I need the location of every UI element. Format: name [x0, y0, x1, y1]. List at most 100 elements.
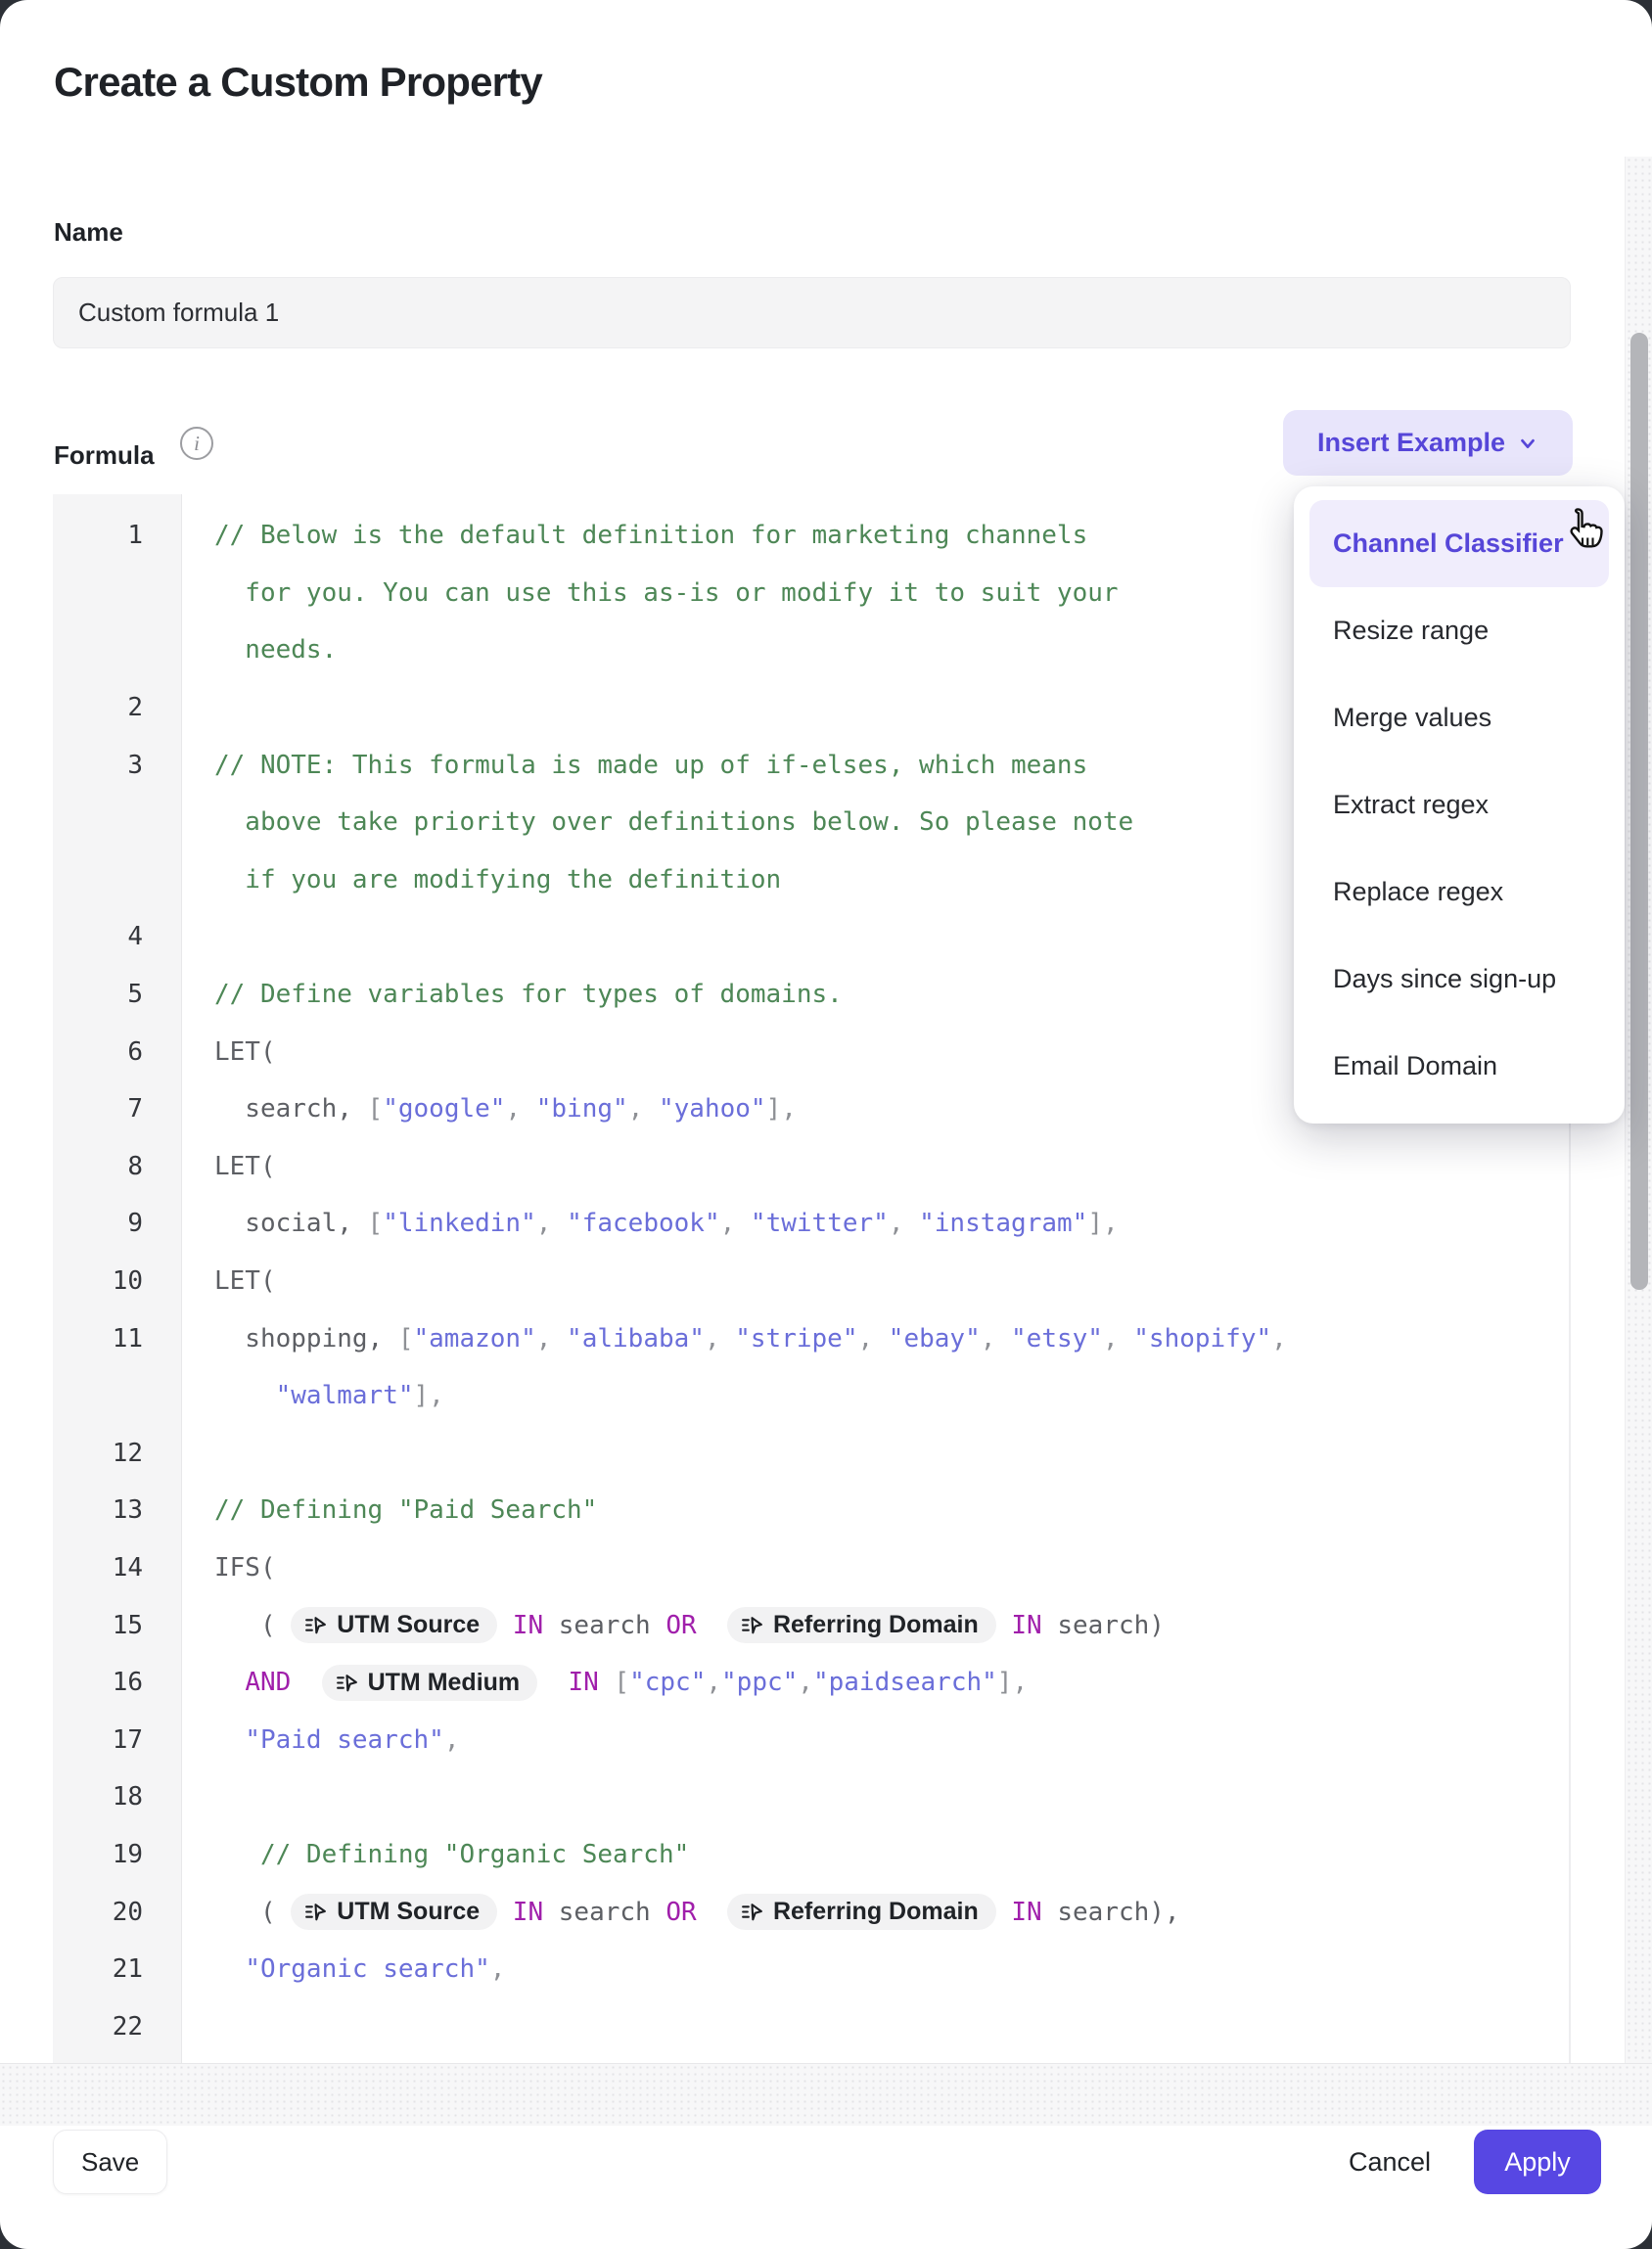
code-line-content[interactable]: LET(	[182, 1152, 276, 1181]
code-line-row: 17 "Paid search",	[53, 1711, 1569, 1768]
code-line-row: 16 AND UTM Medium IN ["cpc","ppc","paids…	[53, 1654, 1569, 1712]
code-line-content[interactable]: "Organic search",	[182, 1954, 505, 1984]
apply-button[interactable]: Apply	[1474, 2130, 1601, 2194]
name-input[interactable]	[53, 277, 1571, 348]
code-line-row: 11 shopping, ["amazon", "alibaba", "stri…	[53, 1309, 1569, 1367]
info-icon[interactable]: i	[180, 427, 213, 460]
code-segment-pln: social,	[214, 1209, 368, 1238]
line-number: 20	[53, 1898, 182, 1927]
menu-item-email-domain[interactable]: Email Domain	[1309, 1023, 1609, 1110]
code-line-row: 22	[53, 1997, 1569, 2055]
code-segment-pln: (	[214, 1611, 291, 1640]
line-number: 9	[53, 1209, 182, 1238]
code-segment-pln: search),	[1042, 1898, 1180, 1927]
token-chip-label: UTM Source	[337, 1613, 480, 1637]
code-line-content[interactable]: "Paid search",	[182, 1725, 459, 1755]
code-segment-pln: shopping,	[214, 1324, 398, 1354]
code-line-content[interactable]: ( UTM Source IN search OR Referring Doma…	[182, 1894, 1180, 1930]
code-segment-com: // NOTE: This formula is made up of if-e…	[214, 751, 1087, 780]
code-segment-pln	[599, 1668, 615, 1697]
code-segment-pln	[214, 1668, 245, 1697]
code-segment-str: "facebook"	[567, 1209, 720, 1238]
code-segment-pln: search	[543, 1611, 665, 1640]
code-segment-str: "etsy"	[1011, 1324, 1103, 1354]
code-line-content[interactable]: needs.	[182, 635, 337, 665]
code-segment-pln: LET(	[214, 1266, 276, 1296]
code-segment-kw: IN	[996, 1898, 1042, 1927]
cancel-button[interactable]: Cancel	[1349, 2147, 1431, 2178]
code-line-row: 9 social, ["linkedin", "facebook", "twit…	[53, 1195, 1569, 1253]
vertical-scrollbar-thumb[interactable]	[1630, 333, 1648, 1290]
insert-example-button[interactable]: Insert Example	[1283, 410, 1573, 476]
code-segment-kw: AND	[245, 1668, 291, 1697]
token-chip-referring-domain[interactable]: Referring Domain	[727, 1607, 996, 1643]
code-line-content[interactable]: search, ["google", "bing", "yahoo"],	[182, 1094, 797, 1124]
token-chip-referring-domain[interactable]: Referring Domain	[727, 1894, 996, 1930]
code-segment-pun: ,	[536, 1324, 567, 1354]
code-line-content[interactable]: AND UTM Medium IN ["cpc","ppc","paidsear…	[182, 1665, 1028, 1701]
vertical-scrollbar-track[interactable]	[1625, 157, 1652, 2063]
token-icon	[303, 1613, 328, 1637]
code-line-content[interactable]: // Below is the default definition for m…	[182, 521, 1087, 550]
horizontal-scrollbar-gutter	[0, 2063, 1652, 2126]
code-segment-com: // Define variables for types of domains…	[214, 980, 843, 1009]
code-segment-str: "instagram"	[919, 1209, 1087, 1238]
code-line-content[interactable]: "walmart"],	[182, 1381, 444, 1410]
code-segment-pln: search	[543, 1898, 665, 1927]
code-segment-pun: ,	[1271, 1324, 1287, 1354]
code-line-content[interactable]: above take priority over definitions bel…	[182, 807, 1133, 837]
code-segment-str: "ppc"	[721, 1668, 798, 1697]
code-segment-str: "bing"	[536, 1094, 628, 1124]
menu-item-resize-range[interactable]: Resize range	[1309, 587, 1609, 674]
code-line-content[interactable]: shopping, ["amazon", "alibaba", "stripe"…	[182, 1324, 1287, 1354]
menu-item-channel-classifier[interactable]: Channel Classifier	[1309, 500, 1609, 587]
token-chip-utm-source[interactable]: UTM Source	[291, 1607, 497, 1643]
menu-item-extract-regex[interactable]: Extract regex	[1309, 761, 1609, 849]
code-line-content[interactable]: ( UTM Source IN search OR Referring Doma…	[182, 1607, 1165, 1643]
code-segment-str: "Paid search"	[245, 1725, 444, 1755]
menu-item-days-since-sign-up[interactable]: Days since sign-up	[1309, 936, 1609, 1023]
code-line-content[interactable]: // Defining "Organic Search"	[182, 1840, 689, 1869]
menu-item-merge-values[interactable]: Merge values	[1309, 674, 1609, 761]
code-segment-str: "ebay"	[889, 1324, 981, 1354]
line-number: 21	[53, 1954, 182, 1984]
line-number: 15	[53, 1611, 182, 1640]
code-segment-pun: ,	[628, 1094, 659, 1124]
code-segment-kw: OR	[665, 1611, 696, 1640]
line-number: 7	[53, 1094, 182, 1124]
code-segment-pln: LET(	[214, 1152, 276, 1181]
code-line-row: 20 ( UTM Source IN search OR Referring D…	[53, 1883, 1569, 1941]
code-segment-pln: (	[214, 1898, 291, 1927]
code-segment-pun: ],	[414, 1381, 444, 1410]
code-line-content[interactable]: // Defining "Paid Search"	[182, 1495, 597, 1525]
code-line-content[interactable]: // NOTE: This formula is made up of if-e…	[182, 751, 1087, 780]
line-number: 5	[53, 980, 182, 1009]
code-segment-com: // Below is the default definition for m…	[214, 521, 1087, 550]
code-segment-com: // Defining "Paid Search"	[214, 1495, 597, 1525]
code-segment-kw: IN	[537, 1668, 599, 1697]
code-line-content[interactable]: IFS(	[182, 1553, 276, 1583]
code-segment-pun: ],	[766, 1094, 797, 1124]
code-line-content[interactable]: LET(	[182, 1037, 276, 1067]
line-number: 6	[53, 1037, 182, 1067]
token-chip-utm-medium[interactable]: UTM Medium	[322, 1665, 538, 1701]
token-icon	[740, 1900, 764, 1924]
line-number: 8	[53, 1152, 182, 1181]
line-number: 1	[53, 521, 182, 550]
line-number: 18	[53, 1782, 182, 1812]
code-line-row: 10LET(	[53, 1253, 1569, 1310]
code-segment-pun: [	[368, 1094, 384, 1124]
code-segment-str: "twitter"	[751, 1209, 889, 1238]
token-chip-utm-source[interactable]: UTM Source	[291, 1894, 497, 1930]
code-line-content[interactable]: for you. You can use this as-is or modif…	[182, 578, 1119, 608]
line-number: 16	[53, 1668, 182, 1697]
code-line-content[interactable]: // Define variables for types of domains…	[182, 980, 843, 1009]
line-number: 2	[53, 693, 182, 722]
menu-item-replace-regex[interactable]: Replace regex	[1309, 849, 1609, 936]
code-segment-str: "cpc"	[629, 1668, 706, 1697]
code-line-content[interactable]: LET(	[182, 1266, 276, 1296]
save-button[interactable]: Save	[53, 2130, 167, 2194]
code-line-content[interactable]: social, ["linkedin", "facebook", "twitte…	[182, 1209, 1119, 1238]
code-line-content[interactable]: if you are modifying the definition	[182, 865, 781, 895]
line-number: 22	[53, 2012, 182, 2042]
